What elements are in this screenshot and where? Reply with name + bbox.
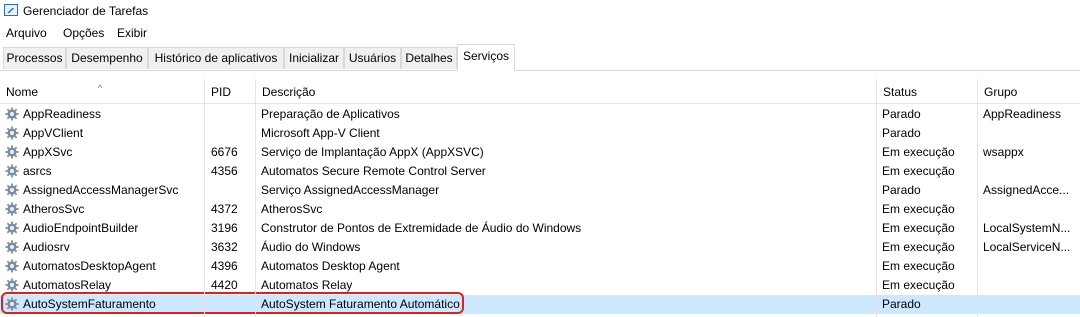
tab-strip: Processos Desempenho Histórico de aplica… bbox=[0, 44, 1080, 71]
service-description: AtherosSvc bbox=[261, 202, 323, 216]
column-header-grupo[interactable]: Grupo bbox=[977, 79, 1080, 103]
gear-icon bbox=[5, 183, 19, 197]
service-status: Em execução bbox=[882, 221, 955, 235]
table-row[interactable]: AppVClient Microsoft App-V Client Parado bbox=[0, 124, 1080, 143]
sort-up-arrow-icon: ^ bbox=[98, 83, 103, 93]
service-name: AtherosSvc bbox=[23, 202, 85, 216]
service-description: Automatos Desktop Agent bbox=[261, 259, 400, 273]
table-row[interactable]: AssignedAccessManagerSvc Serviço Assigned… bbox=[0, 181, 1080, 200]
tab-processos[interactable]: Processos bbox=[3, 47, 66, 69]
service-status: Parado bbox=[882, 297, 921, 311]
service-pid: 3196 bbox=[211, 221, 238, 235]
column-header-nome[interactable]: Nome ^ bbox=[0, 79, 204, 103]
service-description: Microsoft App-V Client bbox=[261, 126, 380, 140]
service-description: Áudio do Windows bbox=[261, 240, 361, 254]
gear-icon bbox=[5, 164, 19, 178]
table-row[interactable]: asrcs 4356 Automatos Secure Remote Control… bbox=[0, 162, 1080, 181]
service-name: AssignedAccessManagerSvc bbox=[23, 183, 179, 197]
tab-desempenho[interactable]: Desempenho bbox=[66, 47, 148, 69]
service-group: AssignedAcce... bbox=[983, 183, 1070, 197]
menu-bar: Arquivo Opções Exibir bbox=[0, 23, 1080, 43]
gear-icon bbox=[5, 259, 19, 273]
tab-servicos[interactable]: Serviços bbox=[457, 44, 515, 71]
gear-icon bbox=[5, 107, 19, 121]
table-row[interactable]: AutomatosDesktopAgent 4396 Automatos Deskt… bbox=[0, 257, 1080, 276]
column-divider[interactable] bbox=[204, 79, 205, 317]
service-description: Serviço AssignedAccessManager bbox=[261, 183, 440, 197]
table-row[interactable]: AudioEndpointBuilder 3196 Construtor de Po… bbox=[0, 219, 1080, 238]
service-status: Em execução bbox=[882, 145, 955, 159]
service-description: Serviço de Implantação AppX (AppXSVC) bbox=[261, 145, 484, 159]
service-group: AppReadiness bbox=[983, 107, 1062, 121]
column-divider[interactable] bbox=[977, 79, 978, 317]
service-name: AudioEndpointBuilder bbox=[23, 221, 139, 235]
service-name: AppReadiness bbox=[23, 107, 102, 121]
column-header-descricao[interactable]: Descrição bbox=[255, 79, 876, 103]
service-description: Automatos Secure Remote Control Server bbox=[261, 164, 486, 178]
gear-icon bbox=[5, 126, 19, 140]
menu-arquivo[interactable]: Arquivo bbox=[6, 26, 47, 40]
service-name: asrcs bbox=[23, 164, 52, 178]
column-divider[interactable] bbox=[876, 79, 877, 317]
service-description: Preparação de Aplicativos bbox=[261, 107, 400, 121]
service-status: Em execução bbox=[882, 164, 955, 178]
column-header-label: Nome bbox=[6, 85, 39, 99]
tab-historico[interactable]: Histórico de aplicativos bbox=[148, 47, 284, 69]
window-title: Gerenciador de Tarefas bbox=[23, 4, 149, 18]
service-pid: 3632 bbox=[211, 240, 238, 254]
service-description: Construtor de Pontos de Extremidade de Á… bbox=[261, 221, 582, 235]
table-row[interactable]: Audiosrv 3632 Áudio do Windows Em execução L… bbox=[0, 238, 1080, 257]
service-name: AutomatosDesktopAgent bbox=[23, 259, 156, 273]
table-row[interactable]: AppReadiness Preparação de Aplicativos Par… bbox=[0, 105, 1080, 124]
table-row[interactable]: AppXSvc 6676 Serviço de Implantação AppX (… bbox=[0, 143, 1080, 162]
service-group: LocalServiceN... bbox=[983, 240, 1071, 254]
service-group: wsappx bbox=[983, 145, 1024, 159]
gear-icon bbox=[5, 221, 19, 235]
service-group: LocalSystemN... bbox=[983, 221, 1071, 235]
services-table: Nome ^ PID Descrição Status Grupo AppRea… bbox=[0, 79, 1080, 317]
service-status: Em execução bbox=[882, 240, 955, 254]
service-status: Parado bbox=[882, 107, 921, 121]
menu-exibir[interactable]: Exibir bbox=[117, 26, 147, 40]
service-pid: 4356 bbox=[211, 164, 238, 178]
service-status: Em execução bbox=[882, 278, 955, 292]
service-name: AppVClient bbox=[23, 126, 84, 140]
table-header: Nome ^ PID Descrição Status Grupo bbox=[0, 79, 1080, 104]
gear-icon bbox=[5, 278, 19, 292]
service-status: Parado bbox=[882, 126, 921, 140]
task-manager-icon bbox=[4, 4, 18, 16]
column-header-status[interactable]: Status bbox=[876, 79, 977, 103]
menu-opcoes[interactable]: Opções bbox=[63, 26, 104, 40]
service-name: Audiosrv bbox=[23, 240, 70, 254]
title-bar: Gerenciador de Tarefas bbox=[0, 0, 1080, 22]
column-header-pid[interactable]: PID bbox=[204, 79, 255, 103]
service-name: AppXSvc bbox=[23, 145, 73, 159]
table-row[interactable]: AtherosSvc 4372 AtherosSvc Em execução bbox=[0, 200, 1080, 219]
tab-usuarios[interactable]: Usuários bbox=[344, 47, 401, 69]
service-status: Em execução bbox=[882, 259, 955, 273]
highlight-annotation bbox=[1, 292, 464, 314]
tab-detalhes[interactable]: Detalhes bbox=[401, 47, 457, 69]
service-pid: 6676 bbox=[211, 145, 238, 159]
service-status: Parado bbox=[882, 183, 921, 197]
gear-icon bbox=[5, 240, 19, 254]
tab-inicializar[interactable]: Inicializar bbox=[284, 47, 344, 69]
service-pid: 4396 bbox=[211, 259, 238, 273]
service-status: Em execução bbox=[882, 202, 955, 216]
gear-icon bbox=[5, 145, 19, 159]
column-divider[interactable] bbox=[255, 79, 256, 317]
service-pid: 4372 bbox=[211, 202, 238, 216]
gear-icon bbox=[5, 202, 19, 216]
